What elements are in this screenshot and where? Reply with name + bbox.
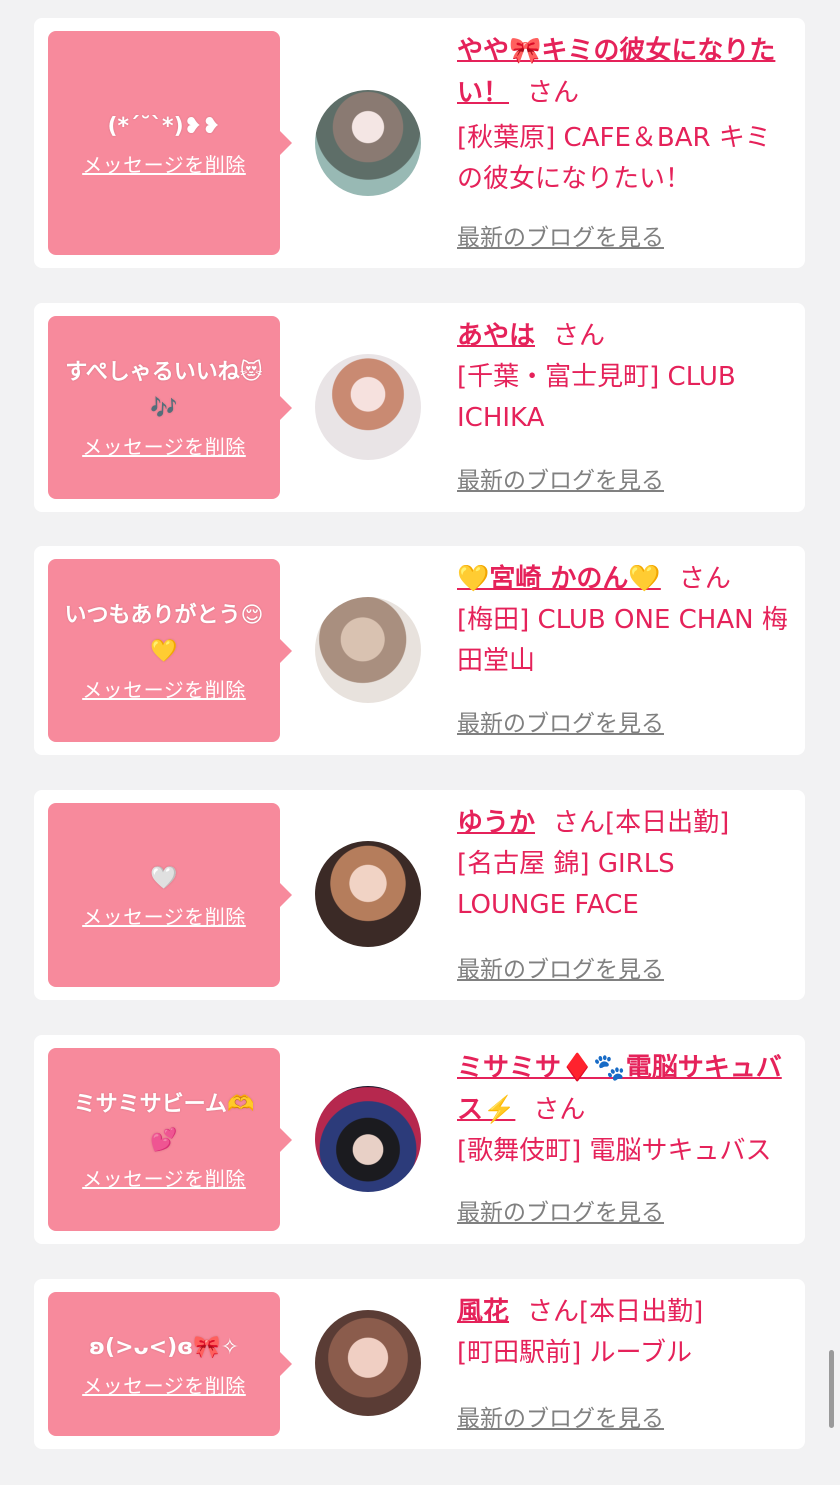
shop-name: [秋葉原] CAFE＆BAR キミの彼女になりたい！ [457,123,771,194]
cast-info: あやは さん [千葉・富士見町] CLUB ICHIKA 最新のブログを見る [457,315,792,500]
message-text: 🤍 [150,865,178,891]
shop-name: [梅田] CLUB ONE CHAN 梅田堂山 [457,605,788,676]
name-line: 風花 さん[本日出勤] [457,1291,792,1333]
scrollbar-thumb[interactable] [829,1350,834,1428]
cast-card: 🤍 メッセージを削除 ゆうか さん[本日出勤] [名古屋 錦] GIRLS LOU… [34,790,805,1000]
latest-blog-link[interactable]: 最新のブログを見る [457,704,664,738]
delete-message-link[interactable]: メッセージを削除 [82,149,246,178]
message-text: ミサミサビーム🫶💕 [73,1092,255,1153]
latest-blog-link[interactable]: 最新のブログを見る [457,1193,664,1227]
delete-message-link[interactable]: メッセージを削除 [82,674,246,703]
working-today-badge: [本日出勤] [605,808,730,838]
avatar[interactable] [315,841,421,947]
message-text: ʚ(>ᴗ<)ɞ🎀✧ [88,1334,240,1360]
shop-name: [名古屋 錦] GIRLS LOUNGE FACE [457,849,675,920]
cast-info: 風花 さん[本日出勤] [町田駅前] ルーブル 最新のブログを見る [457,1291,792,1437]
message-bubble: すぺしゃるいいね😻🎶 メッセージを削除 [48,316,292,499]
name-line: やや🎀キミの彼女になりたい！ さん [457,30,792,114]
cast-info: やや🎀キミの彼女になりたい！ さん [秋葉原] CAFE＆BAR キミの彼女になり… [457,30,792,256]
message-text: すぺしゃるいいね😻🎶 [65,360,263,421]
san-suffix: さん [678,564,731,594]
latest-blog-link[interactable]: 最新のブログを見る [457,461,664,495]
avatar[interactable] [315,1310,421,1416]
avatar[interactable] [315,597,421,703]
shop-name: [千葉・富士見町] CLUB ICHIKA [457,362,736,433]
cast-name-link[interactable]: あやは [457,321,535,351]
delete-message-link[interactable]: メッセージを削除 [82,431,246,460]
cast-name-link[interactable]: 風花 [457,1297,509,1327]
message-bubble: ʚ(>ᴗ<)ɞ🎀✧ メッセージを削除 [48,1292,292,1436]
delete-message-link[interactable]: メッセージを削除 [82,1163,246,1192]
san-suffix: さん [553,321,606,351]
cast-info: 💛宮崎 かのん💛 さん [梅田] CLUB ONE CHAN 梅田堂山 最新のブロ… [457,558,792,743]
shop-name: [歌舞伎町] 電脳サキュバス [457,1136,772,1166]
name-line: ミサミサ♦️🐾電脳サキュバス⚡️ さん [457,1047,792,1131]
avatar[interactable] [315,354,421,460]
latest-blog-link[interactable]: 最新のブログを見る [457,218,664,252]
name-line: ゆうか さん[本日出勤] [457,802,792,844]
message-bubble: (*´˘`*)❥❥ メッセージを削除 [48,31,292,255]
cast-card: いつもありがとう😌💛 メッセージを削除 💛宮崎 かのん💛 さん [梅田] CLUB… [34,546,805,755]
cast-card: (*´˘`*)❥❥ メッセージを削除 やや🎀キミの彼女になりたい！ さん [秋葉原… [34,18,805,268]
cast-card: すぺしゃるいいね😻🎶 メッセージを削除 あやは さん [千葉・富士見町] CLUB… [34,303,805,512]
message-bubble: 🤍 メッセージを削除 [48,803,292,987]
cast-name-link[interactable]: やや🎀キミの彼女になりたい！ [457,36,775,108]
cast-name-link[interactable]: ゆうか [457,808,535,838]
cast-card: ʚ(>ᴗ<)ɞ🎀✧ メッセージを削除 風花 さん[本日出勤] [町田駅前] ルーブ… [34,1279,805,1449]
san-suffix: さん [533,1095,586,1125]
cast-info: ミサミサ♦️🐾電脳サキュバス⚡️ さん [歌舞伎町] 電脳サキュバス 最新のブログ… [457,1047,792,1232]
latest-blog-link[interactable]: 最新のブログを見る [457,1399,664,1433]
message-bubble: いつもありがとう😌💛 メッセージを削除 [48,559,292,742]
message-text: (*´˘`*)❥❥ [107,113,221,139]
message-text: いつもありがとう😌💛 [64,603,264,664]
cast-name-link[interactable]: ミサミサ♦️🐾電脳サキュバス⚡️ [457,1053,782,1125]
delete-message-link[interactable]: メッセージを削除 [82,1370,246,1399]
cast-info: ゆうか さん[本日出勤] [名古屋 錦] GIRLS LOUNGE FACE 最新… [457,802,792,988]
name-line: あやは さん [457,315,792,357]
cast-card: ミサミサビーム🫶💕 メッセージを削除 ミサミサ♦️🐾電脳サキュバス⚡️ さん [歌… [34,1035,805,1244]
message-bubble: ミサミサビーム🫶💕 メッセージを削除 [48,1048,292,1231]
name-line: 💛宮崎 かのん💛 さん [457,558,792,600]
delete-message-link[interactable]: メッセージを削除 [82,901,246,930]
avatar[interactable] [315,1086,421,1192]
working-today-badge: [本日出勤] [579,1297,704,1327]
san-suffix: さん [527,1297,580,1327]
san-suffix: さん [553,808,606,838]
san-suffix: さん [527,78,580,108]
cast-name-link[interactable]: 💛宮崎 かのん💛 [457,564,661,594]
shop-name: [町田駅前] ルーブル [457,1338,692,1368]
avatar[interactable] [315,90,421,196]
latest-blog-link[interactable]: 最新のブログを見る [457,950,664,984]
